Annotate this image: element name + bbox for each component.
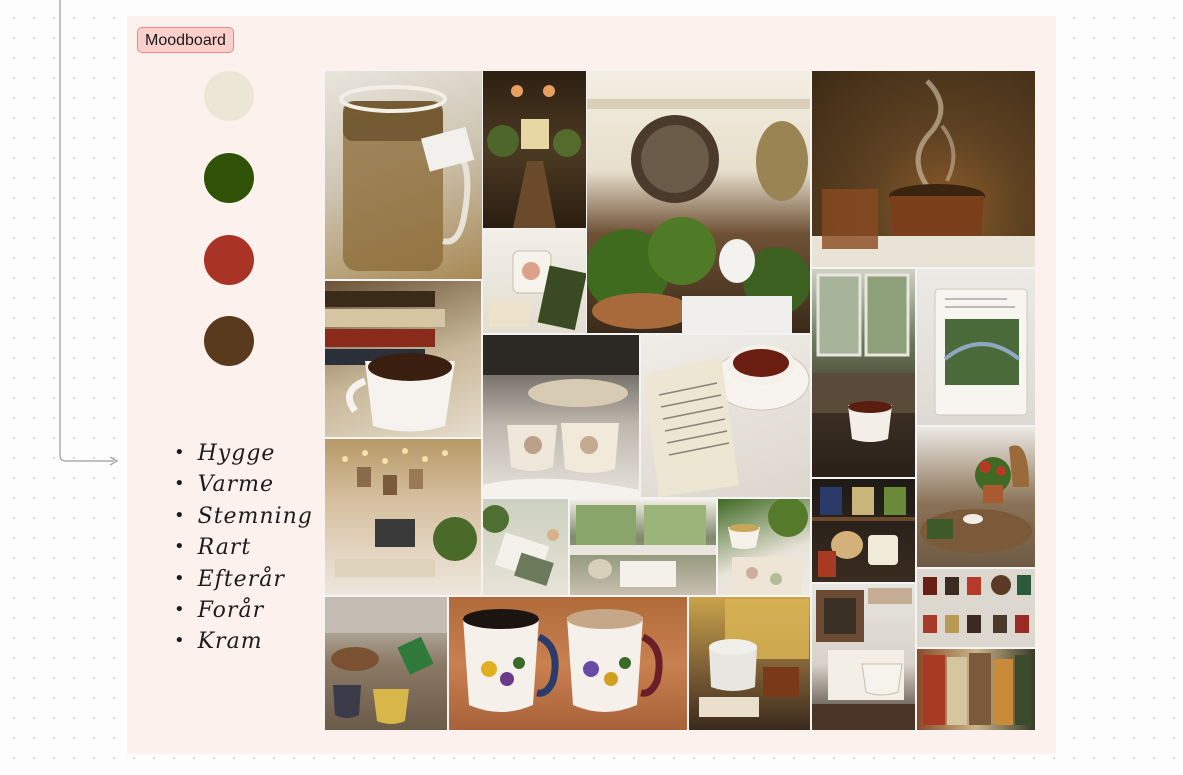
tea-cards-photo[interactable]	[917, 569, 1035, 647]
frame-title[interactable]: Moodboard	[137, 27, 234, 53]
fairy-lights-desk-photo[interactable]	[325, 439, 481, 595]
leaves-table-photo[interactable]	[718, 499, 810, 595]
books-tea-photo[interactable]	[325, 281, 481, 437]
tea-shelf-photo[interactable]	[812, 479, 915, 582]
floral-mug-photo[interactable]	[483, 229, 586, 333]
keyword-item: Varme	[174, 469, 313, 500]
color-swatch-cream[interactable]	[204, 71, 254, 121]
desk-notebook-photo[interactable]	[483, 499, 568, 595]
tea-glass-photo[interactable]	[325, 71, 482, 279]
floral-mugs-photo[interactable]	[449, 597, 687, 730]
framed-tea-photo[interactable]	[812, 584, 915, 730]
color-swatch-chocolate-brown[interactable]	[204, 316, 254, 366]
cozy-shop-photo[interactable]	[483, 71, 586, 228]
color-swatch-forest-green[interactable]	[204, 153, 254, 203]
wardrobe-photo[interactable]	[917, 649, 1035, 730]
steaming-pot-photo[interactable]	[812, 71, 1035, 267]
pouring-tea-photo[interactable]	[325, 597, 447, 730]
herb-tray-photo[interactable]	[917, 427, 1035, 567]
keyword-item: Kram	[174, 626, 313, 657]
keyword-item: Stemning	[174, 501, 313, 532]
connector-arrow	[59, 0, 119, 466]
keyword-item: Efterår	[174, 564, 313, 595]
herbs-kitchen-photo[interactable]	[587, 71, 810, 333]
window-tea-photo[interactable]	[812, 269, 915, 477]
teacups-linen-photo[interactable]	[483, 335, 639, 497]
keyword-item: Rart	[174, 532, 313, 563]
tea-book-photo[interactable]	[641, 335, 810, 497]
autumn-window-photo[interactable]	[689, 597, 810, 730]
window-desk-photo[interactable]	[570, 499, 716, 595]
keyword-item: Forår	[174, 595, 313, 626]
color-swatch-rust-red[interactable]	[204, 235, 254, 285]
photo-collage[interactable]	[324, 70, 1036, 731]
monet-book-photo[interactable]	[917, 269, 1035, 425]
keyword-item: Hygge	[174, 438, 313, 469]
keyword-list[interactable]: Hygge Varme Stemning Rart Efterår Forår …	[174, 438, 313, 658]
